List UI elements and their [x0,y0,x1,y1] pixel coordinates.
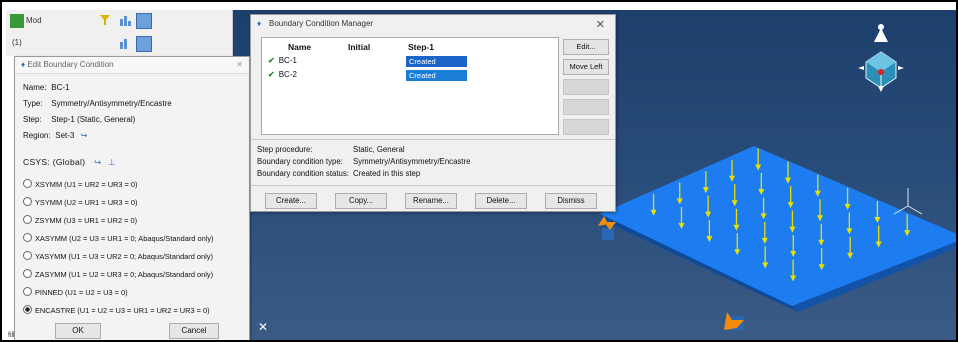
status-cell[interactable]: Created [406,70,467,81]
status-cell[interactable]: Created [406,56,467,67]
dialog-icon: ♦ [21,60,26,69]
screenshot-frame: Mod (1) ♦ Edit Boundary Condition ✕ Name… [0,0,958,342]
boundary-condition-manager: ♦ Boundary Condition Manager ✕ Name Init… [250,14,616,212]
check-icon: ✔ [268,56,275,65]
table-row[interactable]: ✔ BC-2 [268,70,297,79]
close-icon[interactable]: ✕ [236,57,243,73]
close-icon[interactable]: ✕ [596,16,605,34]
table-icon[interactable] [136,36,152,52]
module-icon[interactable] [10,14,24,28]
column-header: Step-1 [408,42,434,52]
create-button[interactable]: Create... [265,193,317,209]
dismiss-button[interactable]: Dismiss [545,193,597,209]
radio-label: ZSYMM (U3 = UR1 = UR2 = 0) [35,216,138,225]
step-row: Step: Step-1 (Static, General) [23,115,136,124]
type-row: Type: Symmetry/Antisymmetry/Encastre [23,99,172,108]
radio-button[interactable] [23,215,32,224]
check-icon: ✔ [268,70,275,79]
toolbar: Mod (1) [6,10,233,56]
radio-button[interactable] [23,269,32,278]
support-bottom [724,312,744,330]
radio-button[interactable] [23,197,32,206]
copy-button[interactable]: Copy... [335,193,387,209]
step-procedure-info: Step procedure: Static, General [257,145,405,154]
field-value[interactable]: (1) [12,38,22,47]
cancel-button[interactable]: Cancel [169,323,219,339]
radio-label: YSYMM (U2 = UR1 = UR3 = 0) [35,198,138,207]
table-icon[interactable] [136,13,152,29]
dialog-title: ♦ Edit Boundary Condition ✕ [15,57,249,74]
radio-button[interactable] [23,287,32,296]
radio-option[interactable]: XASYMM (U2 = U3 = UR1 = 0; Abaqus/Standa… [23,233,214,243]
rename-button[interactable]: Rename... [405,193,457,209]
edit-button[interactable]: Edit... [563,39,609,55]
radio-option[interactable]: ZSYMM (U3 = UR1 = UR2 = 0) [23,215,137,225]
radio-option[interactable]: YSYMM (U2 = UR1 = UR3 = 0) [23,197,137,207]
activate-button[interactable] [563,99,609,115]
chart-icon[interactable] [118,13,132,27]
radio-label: ENCASTRE (U1 = U2 = U3 = UR1 = UR2 = UR3… [35,306,210,315]
chart-icon[interactable] [118,36,132,50]
radio-button[interactable] [23,305,32,314]
csys-row: CSYS: (Global) ↪ ⊥ [23,157,116,167]
column-header: Initial [348,42,371,52]
radio-option[interactable]: XSYMM (U1 = UR2 = UR3 = 0) [23,179,137,189]
table-row[interactable]: ✔ BC-1 [268,56,297,65]
module-selector[interactable]: Mod [26,16,42,25]
bc-type-info: Boundary condition type: Symmetry/Antisym… [257,157,471,166]
radio-option[interactable]: PINNED (U1 = U2 = U3 = 0) [23,287,128,297]
radio-label: YASYMM (U1 = U3 = UR2 = 0; Abaqus/Standa… [35,252,213,261]
ok-button[interactable]: OK [55,323,101,339]
divider [251,139,615,140]
csys-axis-icon[interactable]: ⊥ [108,157,116,167]
radio-label: XSYMM (U1 = UR2 = UR3 = 0) [35,180,138,189]
column-header: Name [288,42,312,52]
radio-button[interactable] [23,233,32,242]
radio-label: PINNED (U1 = U2 = U3 = 0) [35,288,128,297]
select-csys-icon[interactable]: ↪ [94,157,101,167]
deactivate-button[interactable] [563,119,609,135]
manager-title: ♦ Boundary Condition Manager ✕ [251,15,615,33]
radio-button[interactable] [23,251,32,260]
radio-option[interactable]: YASYMM (U1 = U3 = UR2 = 0; Abaqus/Standa… [23,251,213,261]
radio-label: ZASYMM (U1 = U2 = UR3 = 0; Abaqus/Standa… [35,270,214,279]
plate-surface [600,146,956,306]
name-row: Name: BC-1 [23,83,70,92]
manager-icon: ♦ [257,19,262,28]
radio-option[interactable]: ENCASTRE (U1 = U2 = U3 = UR1 = UR2 = UR3… [23,305,210,315]
radio-option[interactable]: ZASYMM (U1 = U2 = UR3 = 0; Abaqus/Standa… [23,269,213,279]
bc-status-info: Boundary condition status: Created in thi… [257,169,421,178]
bc-table: Name Initial Step-1 ✔ BC-1 Created ✔ BC-2 … [261,37,559,135]
move-left-button[interactable]: Move Left [563,59,609,75]
close-icon: ✕ [258,320,269,334]
divider [251,185,615,186]
view-cube-icon[interactable] [856,24,906,94]
region-row: Region: Set-3 ↪ [23,131,88,140]
radio-button[interactable] [23,179,32,188]
radio-label: XASYMM (U2 = U3 = UR1 = 0; Abaqus/Standa… [35,234,214,243]
move-right-button[interactable] [563,79,609,95]
footer-text: fill [8,332,15,339]
filter-icon[interactable] [98,13,112,27]
select-region-icon[interactable]: ↪ [81,131,88,140]
edit-boundary-condition-dialog: ♦ Edit Boundary Condition ✕ Name: BC-1 T… [14,56,250,340]
delete-button[interactable]: Delete... [475,193,527,209]
